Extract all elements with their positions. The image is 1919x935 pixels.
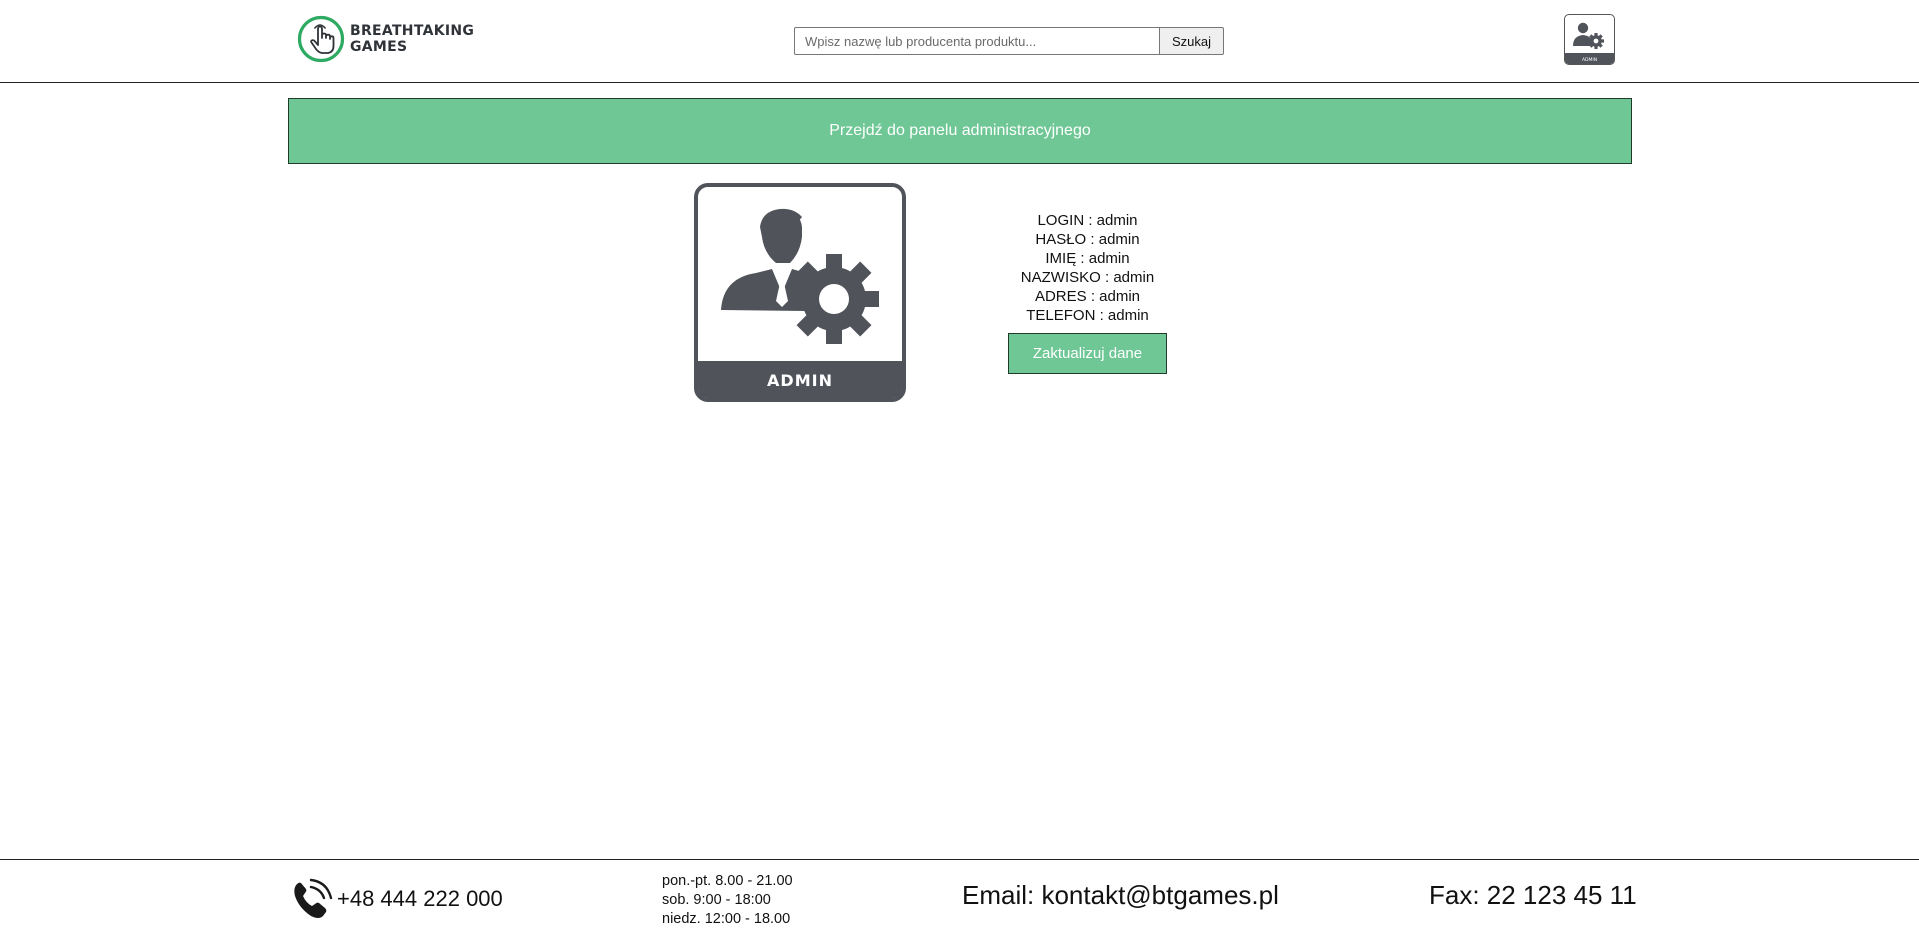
hours-weekdays: pon.-pt. 8.00 - 21.00: [662, 873, 793, 889]
admin-avatar-icon: ADMIN: [1565, 22, 1614, 64]
field-value: admin: [1098, 231, 1140, 248]
profile-field-last-name: NAZWISKO : admin: [1020, 269, 1155, 286]
account-icon-label: ADMIN: [1582, 57, 1597, 63]
footer-phone: +48 444 222 000: [289, 876, 503, 922]
footer-opening-hours: pon.-pt. 8.00 - 21.00 sob. 9:00 - 18:00 …: [662, 872, 793, 929]
footer-email: Email: kontakt@btgames.pl: [962, 880, 1279, 910]
field-label: ADRES: [1034, 288, 1087, 305]
admin-panel-link-label: Przejdź do panelu administracyjnego: [829, 122, 1091, 139]
footer-fax: Fax: 22 123 45 11: [1429, 880, 1637, 910]
admin-panel-link[interactable]: Przejdź do panelu administracyjnego: [288, 98, 1632, 164]
search-input[interactable]: [794, 27, 1160, 55]
field-label: IMIĘ: [1045, 250, 1077, 267]
field-label: LOGIN: [1037, 212, 1085, 229]
footer-phone-number: +48 444 222 000: [337, 886, 503, 911]
hours-saturday: sob. 9:00 - 18:00: [662, 892, 771, 908]
profile-field-address: ADRES : admin: [1034, 288, 1141, 305]
account-button[interactable]: ADMIN: [1564, 14, 1615, 65]
update-data-button[interactable]: Zaktualizuj dane: [1008, 333, 1167, 374]
field-value: admin: [1088, 250, 1130, 267]
profile-field-password: HASŁO : admin: [1035, 231, 1140, 248]
field-label: TELEFON: [1026, 307, 1096, 324]
hand-pointer-logo-icon: [297, 15, 345, 63]
site-header: BREATHTAKING GAMES Szukaj ADMI: [0, 0, 1919, 83]
site-footer: +48 444 222 000 pon.-pt. 8.00 - 21.00 so…: [0, 859, 1919, 935]
site-logo[interactable]: BREATHTAKING GAMES: [297, 14, 474, 64]
profile-field-first-name: IMIĘ : admin: [1045, 250, 1130, 267]
field-value: admin: [1096, 212, 1138, 229]
profile-field-phone: TELEFON : admin: [1026, 307, 1149, 324]
search-button[interactable]: Szukaj: [1160, 27, 1224, 55]
profile-info: LOGIN : admin HASŁO : admin IMIĘ : admin…: [980, 211, 1195, 374]
phone-icon: [294, 878, 333, 918]
logo-line-1: BREATHTAKING: [350, 23, 475, 39]
field-label: NAZWISKO: [1020, 269, 1101, 286]
profile-field-login: LOGIN : admin: [1037, 212, 1138, 229]
field-value: admin: [1113, 269, 1155, 286]
field-label: HASŁO: [1035, 231, 1087, 248]
logo-text: BREATHTAKING GAMES: [350, 23, 474, 55]
field-value: admin: [1107, 307, 1149, 324]
hours-sunday: niedz. 12:00 - 18.00: [662, 911, 791, 927]
logo-line-2: GAMES: [350, 39, 408, 55]
admin-profile-avatar-icon: ADMIN: [694, 183, 906, 402]
profile-image-label: ADMIN: [767, 371, 833, 390]
search-bar: Szukaj: [794, 27, 1224, 55]
field-value: admin: [1099, 288, 1141, 305]
